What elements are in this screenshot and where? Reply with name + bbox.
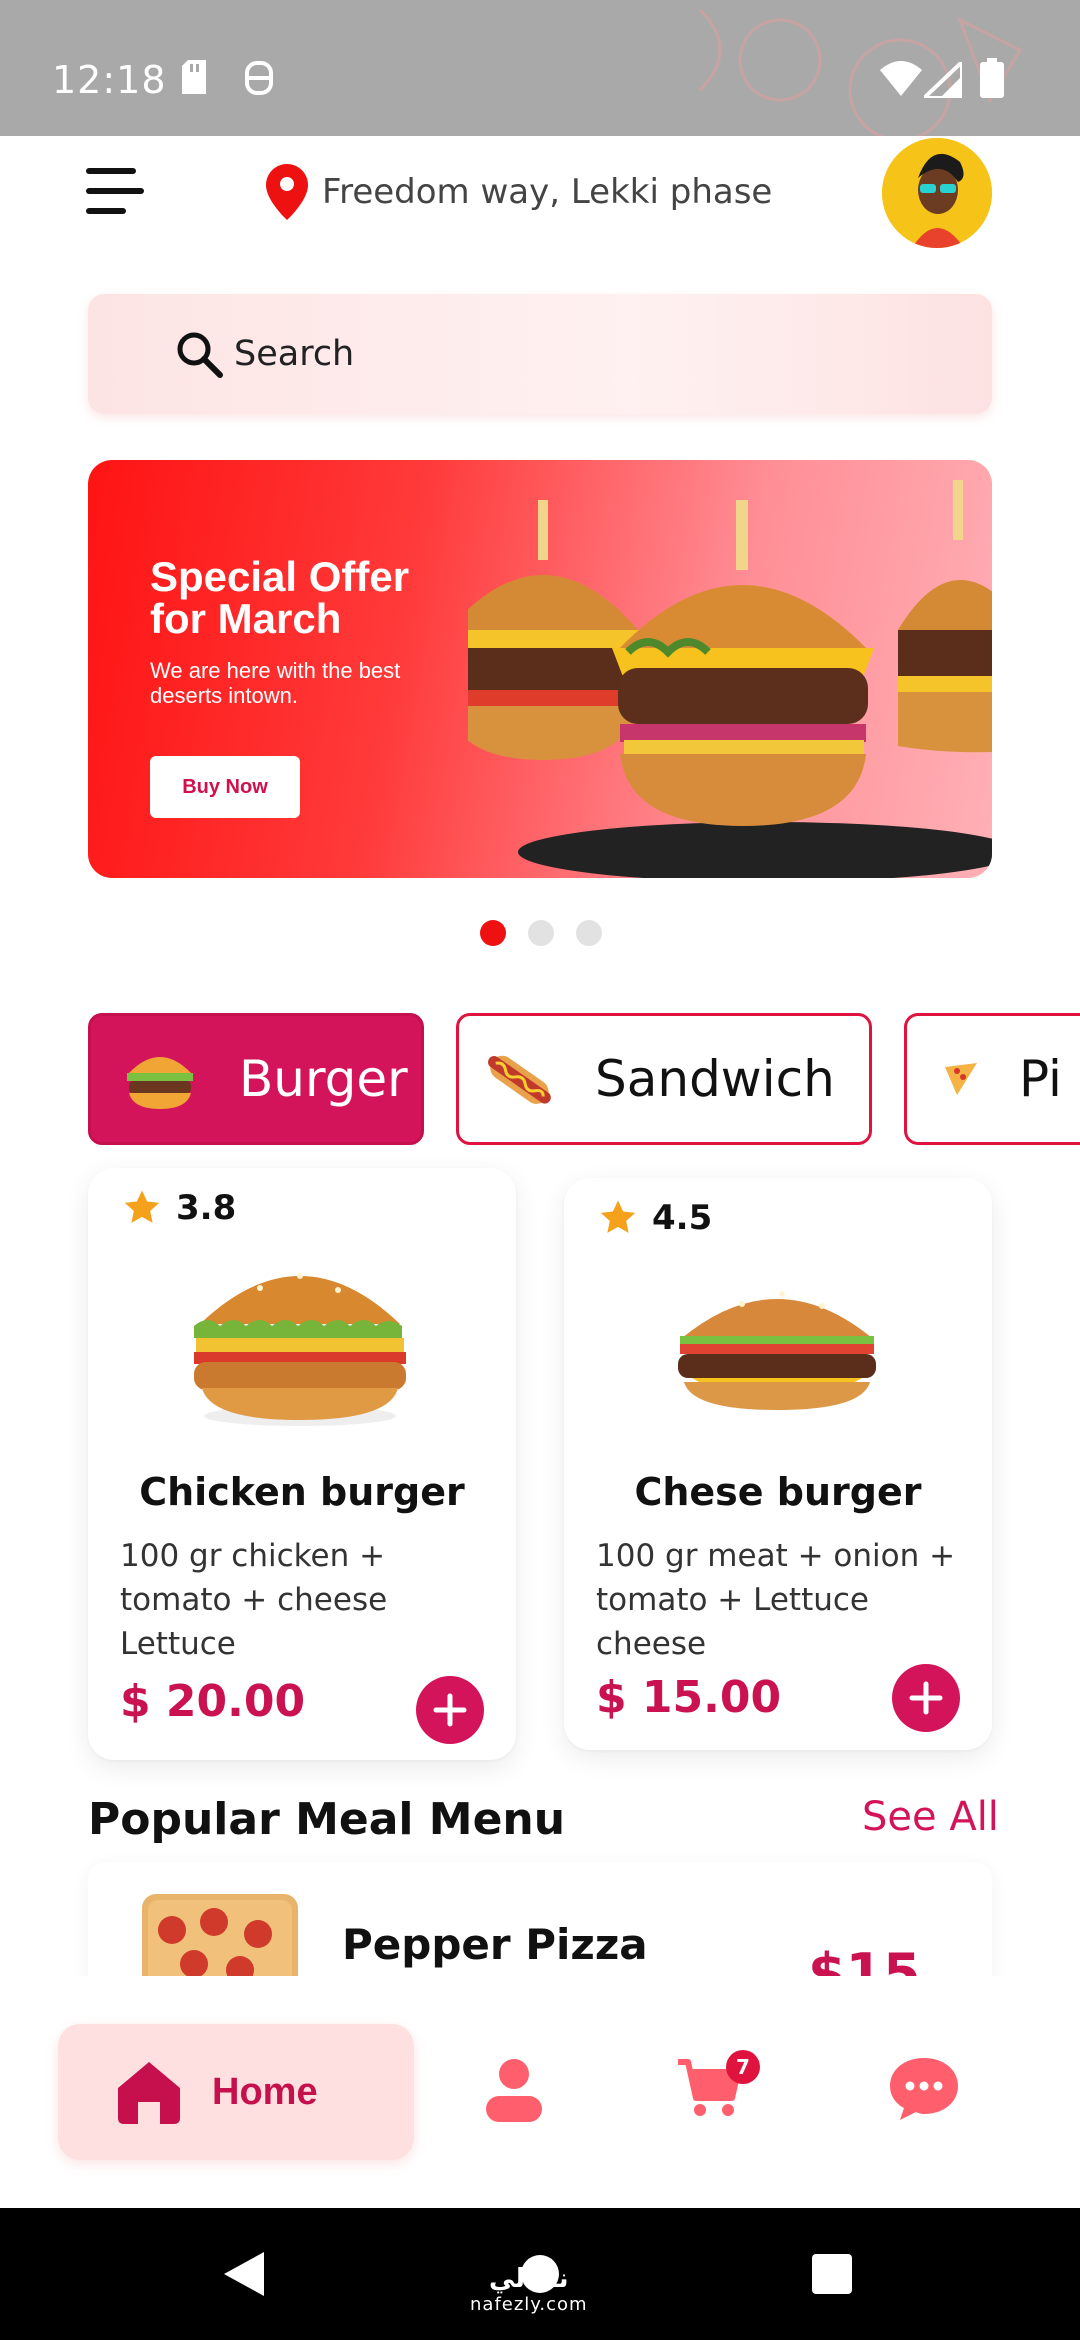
category-burger[interactable]: Burger <box>88 1013 424 1145</box>
star-icon <box>124 1190 160 1223</box>
chicken-burger-image <box>194 1273 406 1426</box>
battery-icon <box>980 58 1004 98</box>
carousel-dot[interactable] <box>576 920 602 946</box>
carousel-dot[interactable] <box>528 920 554 946</box>
location-text: Freedom way, Lekki phase <box>322 172 773 212</box>
product-price: $ 20.00 <box>120 1676 306 1727</box>
star-icon <box>600 1200 636 1233</box>
bottom-nav: Home 7 <box>0 1976 1080 2208</box>
plus-icon <box>909 1681 943 1715</box>
category-pizza[interactable]: Pi <box>904 1013 1080 1145</box>
nav-home[interactable]: Home <box>58 2024 414 2160</box>
watermark-arabic: نفذلي <box>489 2264 569 2294</box>
category-sandwich[interactable]: Sandwich <box>456 1013 872 1145</box>
product-card[interactable]: 3.8 Chicken burger 100 gr chicken + toma… <box>88 1168 516 1760</box>
search-icon <box>177 332 223 378</box>
product-description: 100 gr chicken + tomato + cheese Lettuce <box>120 1538 388 1662</box>
nav-messages[interactable] <box>888 2056 960 2126</box>
menu-button[interactable] <box>86 166 146 220</box>
see-all-link[interactable]: See All <box>862 1794 999 1840</box>
carousel-dot-active[interactable] <box>480 920 506 946</box>
category-label: Burger <box>239 1050 408 1108</box>
status-time: 12:18 <box>52 58 167 102</box>
watermark-latin: nafezly.com <box>470 2294 588 2315</box>
recents-icon[interactable] <box>812 2254 852 2294</box>
banner-subtitle: We are here with the best deserts intown… <box>150 658 401 708</box>
product-card[interactable]: 4.5 Chese burger 100 gr meat + onion + t… <box>564 1178 992 1750</box>
banner-burgers-image <box>468 480 992 878</box>
wifi-icon <box>880 61 922 96</box>
status-bar: 12:18 <box>0 0 1080 136</box>
menu-bar <box>86 168 136 174</box>
plus-icon <box>433 1693 467 1727</box>
avatar-image <box>882 138 992 248</box>
category-label: Pi <box>1019 1050 1062 1108</box>
rating: 4.5 <box>598 1198 712 1238</box>
location-pin-icon <box>266 164 308 220</box>
avatar[interactable] <box>882 138 992 248</box>
rating: 3.8 <box>122 1188 236 1228</box>
product-name: Chese burger <box>634 1470 922 1514</box>
add-to-cart-button[interactable] <box>416 1676 484 1744</box>
banner-title: Special Offer for March <box>150 553 410 642</box>
signal-icon <box>924 62 962 98</box>
nav-home-label: Home <box>212 2070 318 2113</box>
watermark-logo: نفذلي nafezly.com <box>470 2264 588 2315</box>
product-name: Chicken burger <box>139 1470 465 1514</box>
promo-banner[interactable]: Special Offer for March We are here with… <box>88 460 992 878</box>
nav-cart[interactable]: 7 <box>676 2050 760 2122</box>
popular-item-name: Pepper Pizza <box>342 1920 648 1969</box>
menu-bar <box>86 188 144 194</box>
buy-now-button[interactable]: Buy Now <box>150 756 300 818</box>
menu-bar <box>86 208 126 214</box>
sd-card-icon <box>182 60 206 94</box>
hotdog-icon <box>488 1055 551 1104</box>
burger-icon <box>127 1057 193 1109</box>
product-price: $ 15.00 <box>596 1672 782 1723</box>
cart-badge: 7 <box>726 2050 760 2084</box>
screen: 12:18 Freedom way, Lekki phase Search Sp… <box>0 0 1080 2340</box>
food-doodle-pattern <box>698 8 1023 136</box>
category-label: Sandwich <box>595 1050 835 1108</box>
back-icon[interactable] <box>222 2250 266 2298</box>
rating-value: 4.5 <box>652 1198 713 1238</box>
cheese-burger-image <box>678 1291 876 1410</box>
user-icon <box>486 2059 542 2122</box>
search-bar[interactable] <box>88 294 992 414</box>
rating-value: 3.8 <box>176 1188 237 1228</box>
search-input[interactable] <box>234 334 834 374</box>
popular-item[interactable]: Pepper Pizza $15 <box>88 1862 992 1992</box>
location-selector[interactable]: Freedom way, Lekki phase <box>266 162 772 222</box>
carousel-dots <box>480 920 602 946</box>
chat-icon <box>890 2058 958 2120</box>
add-to-cart-button[interactable] <box>892 1664 960 1732</box>
section-title: Popular Meal Menu <box>88 1794 566 1845</box>
nav-profile[interactable] <box>486 2058 542 2126</box>
product-description: 100 gr meat + onion + tomato + Lettuce c… <box>596 1538 956 1662</box>
pizza-icon <box>945 1063 977 1095</box>
home-icon <box>118 2062 180 2124</box>
privacy-icon <box>245 61 273 95</box>
